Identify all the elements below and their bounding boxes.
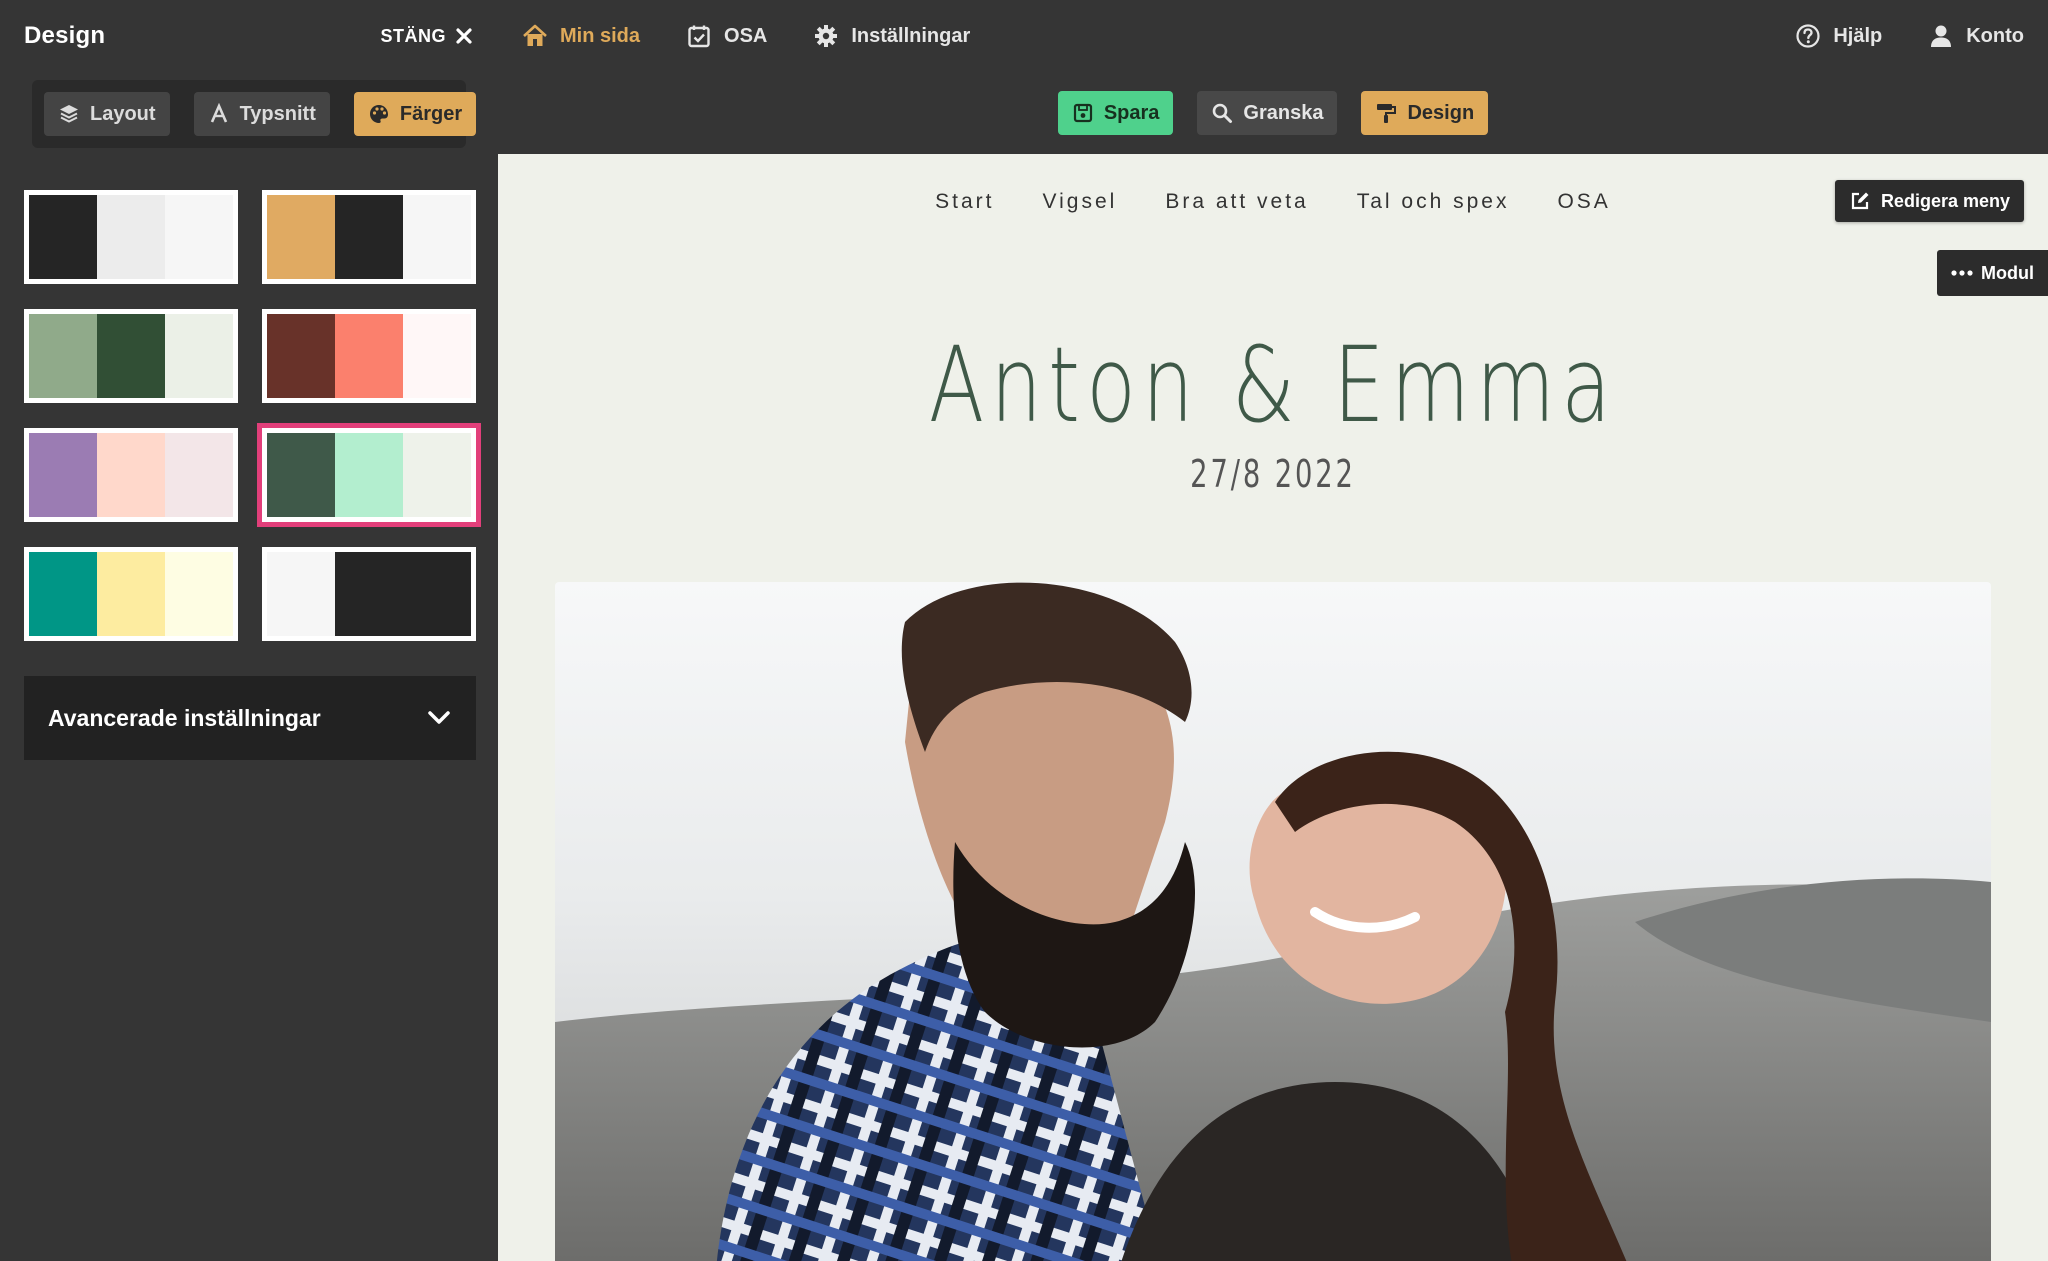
design-label: Design bbox=[1407, 101, 1475, 124]
nav-left: Min sida OSA Inställningar bbox=[522, 0, 970, 72]
palette-color-chip bbox=[403, 314, 471, 398]
nav-osa[interactable]: OSA bbox=[686, 23, 767, 49]
nav-osa-label: OSA bbox=[724, 24, 768, 47]
color-palette-option[interactable] bbox=[262, 547, 476, 641]
site-menu-item[interactable]: OSA bbox=[1557, 190, 1610, 214]
nav-konto-label: Konto bbox=[1966, 24, 2024, 47]
search-icon bbox=[1213, 103, 1233, 123]
editor-toolbar: Spara Granska Design bbox=[498, 72, 2048, 154]
design-button[interactable]: Design bbox=[1361, 91, 1489, 135]
hero-photo[interactable] bbox=[555, 582, 1991, 1261]
nav-konto[interactable]: Konto bbox=[1928, 23, 2024, 49]
color-palette-option[interactable] bbox=[24, 547, 238, 641]
palette-color-chip bbox=[403, 195, 471, 279]
nav-right: Hjälp Konto bbox=[1795, 0, 2024, 72]
palette-color-chip bbox=[165, 552, 233, 636]
palette-color-chip bbox=[267, 552, 335, 636]
tab-layout[interactable]: Layout bbox=[44, 92, 170, 136]
palette-color-chip bbox=[403, 552, 471, 636]
design-tabs: Layout Typsnitt Färger bbox=[32, 80, 477, 148]
palette-color-chip bbox=[335, 552, 403, 636]
calendar-check-icon bbox=[688, 25, 710, 48]
palette-color-chip bbox=[165, 195, 233, 279]
home-icon bbox=[523, 24, 547, 46]
user-icon bbox=[1931, 25, 1952, 47]
design-sidebar: Design STÄNG Layout Typsnitt Färger Avan… bbox=[0, 0, 498, 1261]
palette-color-chip bbox=[29, 314, 97, 398]
tab-layout-label: Layout bbox=[90, 102, 156, 125]
advanced-settings-toggle[interactable]: Avancerade inställningar bbox=[24, 676, 476, 760]
module-button[interactable]: Modul bbox=[1937, 250, 2048, 296]
paint-roller-icon bbox=[1377, 104, 1397, 123]
preview-button[interactable]: Granska bbox=[1197, 91, 1338, 135]
sidebar-title: Design bbox=[24, 22, 106, 49]
color-palette-option[interactable] bbox=[262, 309, 476, 403]
color-palette-grid bbox=[24, 190, 481, 641]
palette-color-chip bbox=[267, 433, 335, 517]
palette-color-chip bbox=[97, 552, 165, 636]
advanced-settings-label: Avancerade inställningar bbox=[48, 704, 321, 731]
layers-icon bbox=[60, 105, 78, 123]
site-menu-item[interactable]: Tal och spex bbox=[1357, 190, 1510, 214]
edit-menu-label: Redigera meny bbox=[1880, 190, 2010, 211]
color-palette-option[interactable] bbox=[24, 190, 238, 284]
site-menu-item[interactable]: Start bbox=[935, 190, 994, 214]
nav-installningar[interactable]: Inställningar bbox=[813, 23, 970, 49]
palette-color-chip bbox=[29, 195, 97, 279]
palette-color-chip bbox=[97, 433, 165, 517]
palette-color-chip bbox=[97, 195, 165, 279]
couple-photo-image bbox=[555, 582, 1991, 1261]
nav-installningar-label: Inställningar bbox=[851, 24, 971, 47]
color-palette-option[interactable] bbox=[24, 428, 238, 522]
palette-color-chip bbox=[335, 195, 403, 279]
palette-icon bbox=[369, 105, 388, 123]
color-palette-option[interactable] bbox=[24, 309, 238, 403]
palette-color-chip bbox=[403, 433, 471, 517]
close-label: STÄNG bbox=[380, 25, 446, 46]
site-preview-canvas: Start Vigsel Bra att veta Tal och spex OSA R… bbox=[498, 154, 2048, 1261]
font-icon bbox=[210, 103, 227, 123]
tab-farger[interactable]: Färger bbox=[353, 92, 477, 136]
save-label: Spara bbox=[1103, 101, 1160, 124]
color-palette-option[interactable] bbox=[262, 190, 476, 284]
palette-color-chip bbox=[29, 433, 97, 517]
palette-color-chip bbox=[267, 314, 335, 398]
palette-color-chip bbox=[165, 433, 233, 517]
edit-menu-button[interactable]: Redigera meny bbox=[1834, 180, 2024, 222]
preview-label: Granska bbox=[1243, 101, 1324, 124]
nav-min-sida-label: Min sida bbox=[560, 24, 641, 47]
edit-icon bbox=[1851, 192, 1869, 210]
sidebar-header: Design STÄNG bbox=[24, 20, 474, 52]
module-label: Modul bbox=[1981, 262, 2034, 283]
color-palette-option[interactable] bbox=[257, 423, 481, 527]
palette-color-chip bbox=[97, 314, 165, 398]
site-menu-item[interactable]: Bra att veta bbox=[1165, 190, 1308, 214]
tab-typsnitt[interactable]: Typsnitt bbox=[193, 92, 330, 136]
close-icon bbox=[456, 28, 472, 44]
nav-hjalp[interactable]: Hjälp bbox=[1795, 23, 1882, 49]
palette-color-chip bbox=[165, 314, 233, 398]
wedding-date[interactable]: 27/8 2022 bbox=[715, 452, 1831, 496]
chevron-down-icon bbox=[428, 711, 450, 724]
couple-names[interactable]: Anton & Emma bbox=[669, 324, 1878, 446]
palette-color-chip bbox=[335, 314, 403, 398]
palette-color-chip bbox=[29, 552, 97, 636]
gear-icon bbox=[815, 25, 838, 47]
palette-color-chip bbox=[335, 433, 403, 517]
tab-typsnitt-label: Typsnitt bbox=[239, 102, 316, 125]
nav-hjalp-label: Hjälp bbox=[1833, 24, 1883, 47]
help-circle-icon bbox=[1796, 24, 1820, 48]
site-menu: Start Vigsel Bra att veta Tal och spex OSA bbox=[498, 190, 2048, 214]
close-sidebar-button[interactable]: STÄNG bbox=[381, 26, 475, 47]
site-menu-item[interactable]: Vigsel bbox=[1043, 190, 1118, 214]
palette-color-chip bbox=[267, 195, 335, 279]
more-dots-icon bbox=[1951, 270, 1973, 276]
top-navigation: Min sida OSA Inställningar Hjälp Konto bbox=[498, 0, 2048, 72]
save-button[interactable]: Spara bbox=[1057, 91, 1174, 135]
save-icon bbox=[1073, 103, 1092, 123]
nav-min-sida[interactable]: Min sida bbox=[522, 23, 640, 49]
tab-farger-label: Färger bbox=[399, 102, 463, 125]
